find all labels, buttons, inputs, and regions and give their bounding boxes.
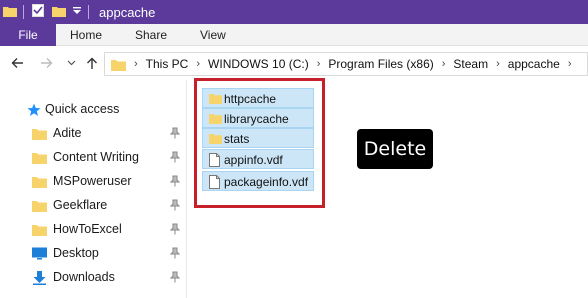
selection-highlight-box	[194, 78, 325, 208]
tab-view[interactable]: View	[200, 24, 226, 46]
nav-item-mspoweruser[interactable]: MSPoweruser	[0, 170, 186, 194]
back-arrow-icon	[11, 58, 23, 68]
nav-item-label: Adite	[53, 126, 82, 140]
nav-item-label: Desktop	[53, 246, 99, 260]
nav-item-desktop[interactable]: Desktop	[0, 242, 186, 266]
pin-icon[interactable]	[169, 175, 181, 190]
chevron-down-icon	[67, 60, 75, 66]
pin-icon[interactable]	[169, 247, 181, 262]
chevron-right-icon[interactable]: ›	[317, 58, 321, 70]
up-button[interactable]	[85, 55, 99, 71]
new-folder-icon[interactable]	[52, 5, 66, 20]
breadcrumb-appcache[interactable]: appcache	[508, 57, 560, 71]
folder-icon	[32, 199, 47, 215]
nav-item-label: MSPoweruser	[53, 174, 132, 188]
folder-icon	[3, 5, 17, 20]
pin-icon[interactable]	[169, 271, 181, 286]
folder-icon	[32, 127, 47, 143]
address-bar[interactable]: › This PC › WINDOWS 10 (C:) › Program Fi…	[104, 52, 588, 76]
tab-home[interactable]: Home	[70, 24, 102, 46]
up-arrow-icon	[87, 57, 97, 69]
breadcrumb-steam[interactable]: Steam	[453, 57, 488, 71]
nav-item-label: Content Writing	[53, 150, 139, 164]
tab-share[interactable]: Share	[135, 24, 167, 46]
chevron-right-icon[interactable]: ›	[496, 58, 500, 70]
quick-access-label: Quick access	[45, 102, 120, 116]
customize-dropdown-icon[interactable]	[72, 5, 82, 19]
chevron-right-icon[interactable]: ›	[134, 58, 138, 70]
separator	[88, 5, 89, 19]
nav-item-howtoexcel[interactable]: HowToExcel	[0, 218, 186, 242]
star-icon	[27, 103, 41, 120]
chevron-right-icon[interactable]: ›	[442, 58, 446, 70]
nav-item-label: Downloads	[53, 270, 115, 284]
nav-item-adite[interactable]: Adite	[0, 122, 186, 146]
pin-icon[interactable]	[169, 127, 181, 142]
nav-item-geekflare[interactable]: Geekflare	[0, 194, 186, 218]
nav-quick-access[interactable]: Quick access	[0, 98, 186, 122]
forward-arrow-icon	[40, 58, 52, 68]
nav-item-downloads[interactable]: Downloads	[0, 266, 186, 290]
chevron-right-icon[interactable]: ›	[568, 58, 572, 70]
window-title: appcache	[99, 4, 156, 20]
folder-icon	[111, 58, 126, 71]
forward-button[interactable]	[39, 55, 53, 71]
nav-item-content-writing[interactable]: Content Writing	[0, 146, 186, 170]
recent-locations-button[interactable]	[64, 55, 78, 71]
navigation-row: › This PC › WINDOWS 10 (C:) › Program Fi…	[0, 47, 588, 79]
pin-icon[interactable]	[169, 223, 181, 238]
pane-divider	[186, 80, 187, 298]
breadcrumb-drive[interactable]: WINDOWS 10 (C:)	[208, 57, 309, 71]
breadcrumb-program-files[interactable]: Program Files (x86)	[328, 57, 433, 71]
properties-icon[interactable]	[32, 4, 44, 20]
title-bar: appcache	[0, 0, 588, 24]
nav-item-label: Geekflare	[53, 198, 108, 212]
pin-icon[interactable]	[169, 199, 181, 214]
chevron-right-icon[interactable]: ›	[196, 58, 200, 70]
back-button[interactable]	[10, 55, 24, 71]
nav-item-label: HowToExcel	[53, 222, 122, 236]
pin-icon[interactable]	[169, 151, 181, 166]
navigation-pane: Quick access Adite Content Writing MSPow…	[0, 92, 186, 298]
tab-file[interactable]: File	[0, 24, 56, 46]
folder-icon	[32, 223, 47, 239]
folder-icon	[32, 151, 47, 167]
delete-key-badge: Delete	[357, 129, 433, 169]
separator	[23, 5, 24, 19]
ribbon-tabs: File Home Share View	[0, 24, 588, 46]
breadcrumb-this-pc[interactable]: This PC	[146, 57, 189, 71]
downloads-icon	[32, 271, 47, 288]
folder-icon	[32, 175, 47, 191]
desktop-icon	[32, 247, 47, 263]
